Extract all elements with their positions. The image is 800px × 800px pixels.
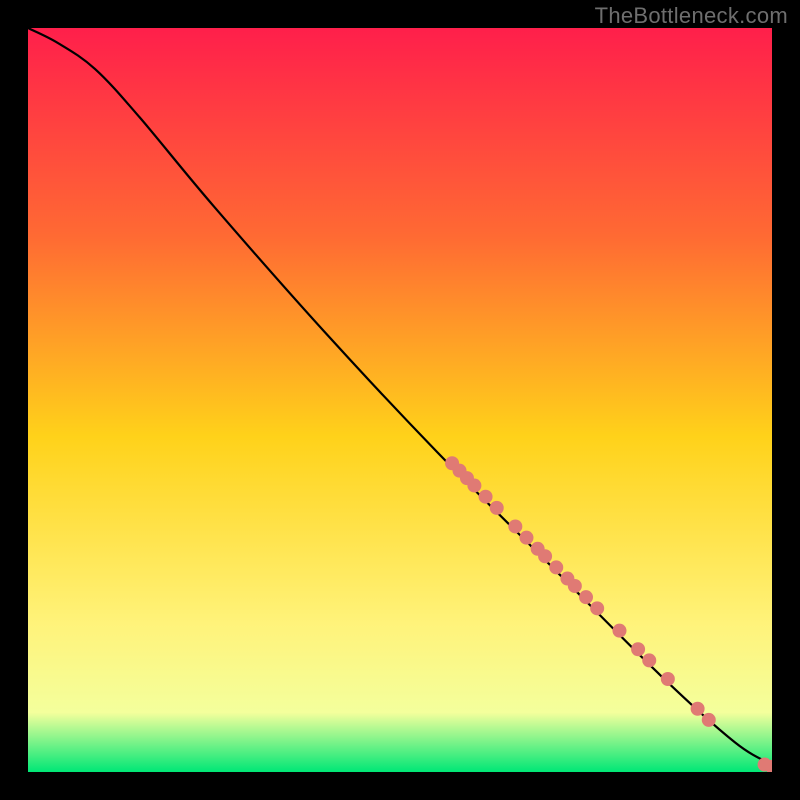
- data-point: [590, 601, 604, 615]
- data-point: [467, 479, 481, 493]
- chart-canvas: [28, 28, 772, 772]
- data-point: [702, 713, 716, 727]
- data-point: [508, 519, 522, 533]
- data-point: [568, 579, 582, 593]
- gradient-plot: [28, 28, 772, 772]
- watermark-text: TheBottleneck.com: [595, 3, 788, 29]
- data-point: [691, 702, 705, 716]
- data-point: [631, 642, 645, 656]
- data-point: [490, 501, 504, 515]
- data-point: [519, 531, 533, 545]
- data-point: [549, 560, 563, 574]
- data-point: [479, 490, 493, 504]
- data-point: [661, 672, 675, 686]
- heat-gradient: [28, 28, 772, 772]
- data-point: [642, 653, 656, 667]
- app-frame: TheBottleneck.com: [0, 0, 800, 800]
- data-point: [538, 549, 552, 563]
- data-point: [612, 624, 626, 638]
- data-point: [579, 590, 593, 604]
